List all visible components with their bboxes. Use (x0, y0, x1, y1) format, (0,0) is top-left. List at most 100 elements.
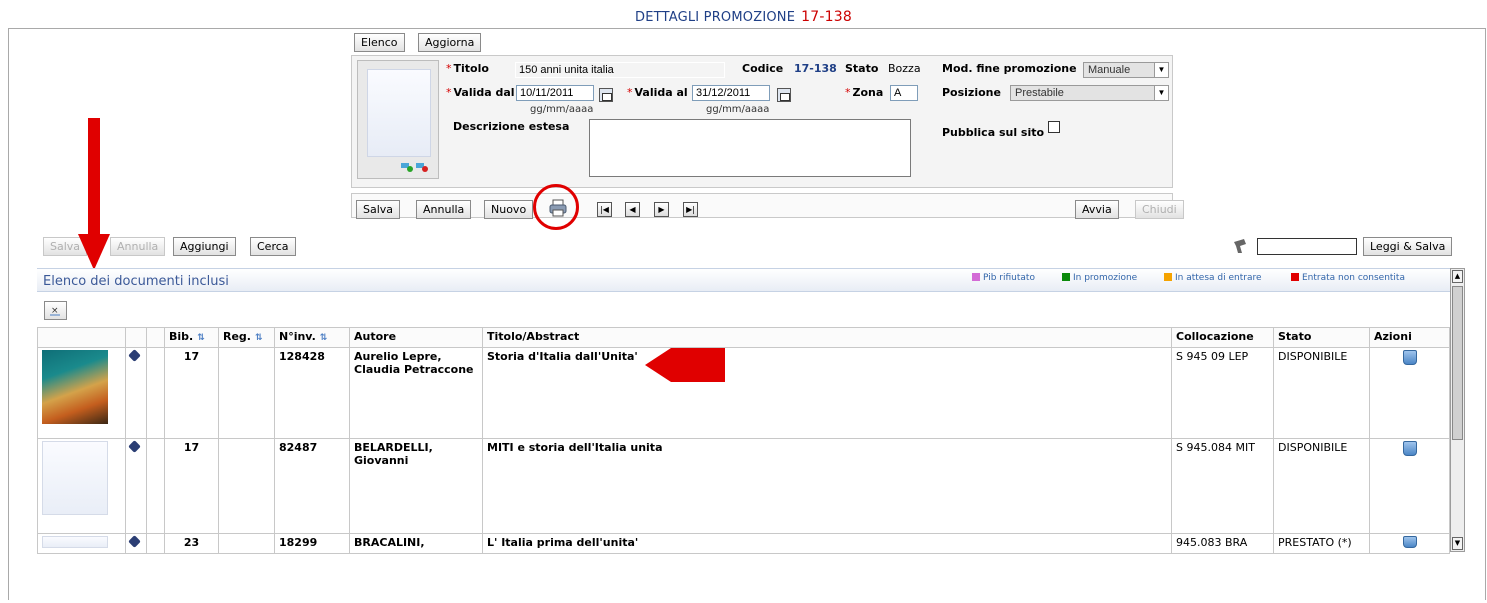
titolo-label: * Titolo (446, 62, 489, 75)
promotion-image-panel (357, 60, 439, 179)
zona-label: * Zona (845, 86, 884, 99)
mod-fine-value: Manuale (1088, 64, 1131, 76)
type-cell (125, 533, 147, 554)
book-cover-placeholder[interactable] (42, 536, 108, 548)
aggiungi-button[interactable]: Aggiungi (173, 237, 236, 256)
book-cover-image[interactable] (42, 350, 108, 424)
collocazione-cell: 945.083 BRA (1171, 533, 1274, 554)
form-actions-bar (351, 193, 1173, 218)
book-icon (128, 535, 141, 548)
legend-swatch (1164, 273, 1172, 281)
mod-fine-select[interactable]: Manuale ▼ (1083, 62, 1169, 78)
cover-cell (37, 438, 126, 534)
sort-icon[interactable]: ⇅ (255, 333, 263, 343)
col-bib[interactable]: Bib. ⇅ (164, 327, 219, 348)
col-inv[interactable]: N°inv. ⇅ (274, 327, 350, 348)
stato-cell: DISPONIBILE (1273, 438, 1370, 534)
annulla-button[interactable]: Annulla (416, 200, 472, 219)
calendar-icon[interactable] (777, 88, 791, 102)
titolo-cell[interactable]: MITI e storia dell'Italia unita (482, 438, 1172, 534)
book-icon (128, 440, 141, 453)
trash-icon[interactable] (1402, 536, 1417, 548)
type-cell (125, 347, 147, 439)
valida-al-input[interactable]: 31/12/2011 (692, 85, 770, 101)
col-type (125, 327, 147, 348)
table-scrollbar[interactable]: ▲ ▼ (1450, 268, 1465, 552)
titolo-cell[interactable]: Storia d'Italia dall'Unita' (482, 347, 1172, 439)
first-record-icon[interactable]: |◀ (597, 202, 612, 217)
chevron-down-icon: ▼ (1154, 86, 1168, 100)
col-azioni: Azioni (1369, 327, 1450, 348)
book-cover-placeholder[interactable] (42, 441, 108, 515)
reset-filter-icon[interactable]: × (44, 301, 67, 320)
chevron-down-icon: ▼ (1154, 63, 1168, 77)
scroll-up-icon[interactable]: ▲ (1452, 270, 1463, 283)
trash-icon[interactable] (1402, 441, 1417, 456)
trash-icon[interactable] (1402, 350, 1417, 365)
cover-cell (37, 533, 126, 554)
book-icon (128, 349, 141, 362)
collocazione-cell: S 945.084 MIT (1171, 438, 1274, 534)
aggiorna-button[interactable]: Aggiorna (418, 33, 482, 52)
calendar-icon[interactable] (599, 88, 613, 102)
bib-cell: 17 (164, 347, 219, 439)
chiudi-button[interactable]: Chiudi (1135, 200, 1184, 219)
descrizione-textarea[interactable] (589, 119, 911, 177)
mod-fine-label: Mod. fine promozione (942, 62, 1077, 75)
codice-value: 17-138 (794, 62, 837, 75)
pubblica-checkbox[interactable] (1048, 121, 1060, 133)
table-row[interactable]: 17 128428 Aurelio Lepre, Claudia Petracc… (37, 347, 1450, 439)
salva-button[interactable]: Salva (356, 200, 401, 219)
previous-record-icon[interactable]: ◀ (625, 202, 640, 217)
valida-dal-input[interactable]: 10/11/2011 (516, 85, 594, 101)
promotion-image-placeholder (367, 69, 431, 157)
next-record-icon[interactable]: ▶ (654, 202, 669, 217)
valida-dal-label: * Valida dal (446, 86, 515, 99)
titolo-cell[interactable]: L' Italia prima dell'unita' (482, 533, 1172, 554)
descrizione-label: Descrizione estesa (453, 120, 570, 133)
list-annulla-button[interactable]: Annulla (110, 237, 166, 256)
valida-al-hint: gg/mm/aaaa (706, 104, 770, 115)
col-reg[interactable]: Reg. ⇅ (218, 327, 275, 348)
add-image-icon[interactable] (401, 160, 413, 172)
annotation-arrow-down (78, 118, 110, 270)
valida-dal-hint: gg/mm/aaaa (530, 104, 594, 115)
reg-cell (218, 347, 275, 439)
inv-cell: 18299 (274, 533, 350, 554)
stato-value: Bozza (888, 62, 921, 75)
leggi-salva-button[interactable]: Leggi & Salva (1363, 237, 1453, 256)
scrollbar-thumb[interactable] (1452, 286, 1463, 440)
elenco-button[interactable]: Elenco (354, 33, 405, 52)
table-row[interactable]: 23 18299 BRACALINI, L' Italia prima dell… (37, 533, 1450, 554)
documents-table: Bib. ⇅ Reg. ⇅ N°inv. ⇅ Autore Titolo/Abstra… (37, 327, 1450, 554)
sort-icon[interactable]: ⇅ (320, 333, 328, 343)
cerca-button[interactable]: Cerca (250, 237, 296, 256)
nuovo-button[interactable]: Nuovo (484, 200, 534, 219)
barcode-input[interactable] (1257, 238, 1357, 255)
scroll-down-icon[interactable]: ▼ (1452, 537, 1463, 550)
pubblica-label: Pubblica sul sito (942, 126, 1045, 139)
barcode-scanner-icon (1232, 237, 1252, 255)
col-flag (146, 327, 165, 348)
codice-label: Codice (742, 62, 784, 75)
reg-cell (218, 533, 275, 554)
col-stato: Stato (1273, 327, 1370, 348)
legend-swatch (972, 273, 980, 281)
documents-section-title: Elenco dei documenti inclusi (43, 274, 229, 289)
zona-input[interactable]: A (890, 85, 918, 101)
titolo-input[interactable]: 150 anni unita italia (515, 62, 725, 78)
last-record-icon[interactable]: ▶| (683, 202, 698, 217)
table-row[interactable]: 17 82487 BELARDELLI, Giovanni MITI e sto… (37, 438, 1450, 534)
avvia-button[interactable]: Avvia (1075, 200, 1119, 219)
page-title-text: DETTAGLI PROMOZIONE (635, 10, 796, 25)
stato-cell: PRESTATO (*) (1273, 533, 1370, 554)
inv-cell: 82487 (274, 438, 350, 534)
legend-entrata-non-consentita: Entrata non consentita (1291, 273, 1405, 283)
sort-icon[interactable]: ⇅ (197, 333, 205, 343)
azioni-cell (1369, 533, 1450, 554)
remove-image-icon[interactable] (416, 160, 428, 172)
azioni-cell (1369, 438, 1450, 534)
posizione-select[interactable]: Prestabile ▼ (1010, 85, 1169, 101)
reg-cell (218, 438, 275, 534)
col-titolo: Titolo/Abstract (482, 327, 1172, 348)
